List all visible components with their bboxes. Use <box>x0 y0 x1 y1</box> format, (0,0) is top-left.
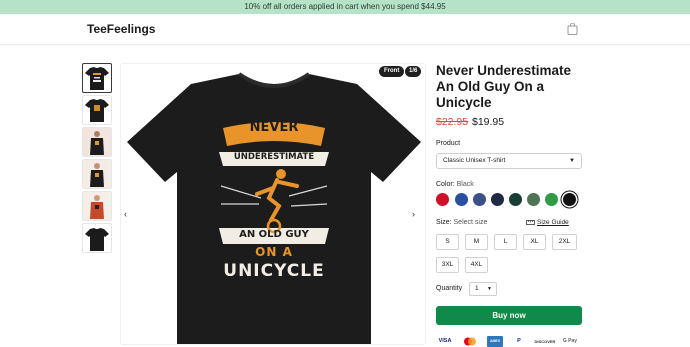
size-option-s[interactable]: S <box>436 234 459 250</box>
color-selected-value: Black <box>456 181 474 188</box>
thumbnail-2[interactable] <box>82 95 112 125</box>
product-type-value: Classic Unisex T-shirt <box>443 157 506 164</box>
color-label: Color: Black <box>436 181 474 188</box>
product-title: Never Underestimate An Old Guy On a Unic… <box>436 63 572 110</box>
shirt-print-line5: UNICYCLE <box>223 261 325 281</box>
quantity-select[interactable]: 1 ▼ <box>469 282 497 296</box>
thumbnail-5[interactable] <box>82 191 112 221</box>
color-swatch-forest[interactable] <box>509 193 522 206</box>
shopping-bag-icon[interactable] <box>567 23 578 35</box>
caret-down-icon: ▼ <box>569 158 575 164</box>
quantity-label: Quantity <box>436 285 463 292</box>
image-counter-badge: 1/6 <box>405 66 422 77</box>
size-option-2xl[interactable]: 2XL <box>552 234 577 250</box>
color-swatch-black[interactable] <box>563 193 576 206</box>
tshirt-thumbnail-icon <box>85 99 109 122</box>
size-selected-value: Select size <box>453 219 488 226</box>
shirt-print-line1: NEVER <box>249 120 299 135</box>
sale-price: $19.95 <box>472 116 505 128</box>
shirt-print-line2: UNDERESTIMATE <box>233 152 315 162</box>
color-swatch-red[interactable] <box>436 193 449 206</box>
color-swatch-indigo[interactable] <box>473 193 486 206</box>
thumbnail-4[interactable] <box>82 159 112 189</box>
ruler-icon <box>526 220 535 225</box>
thumbnail-3[interactable] <box>82 127 112 157</box>
size-option-4xl[interactable]: 4XL <box>465 257 488 273</box>
tshirt-image <box>127 72 421 344</box>
original-price: $22.95 <box>436 116 469 128</box>
size-label: Size: Select size <box>436 219 487 226</box>
paypal-icon: P <box>517 338 521 344</box>
chevron-right-icon[interactable]: › <box>412 209 415 219</box>
brand-logo[interactable]: TeeFeelings <box>87 22 155 36</box>
thumbnail-1[interactable] <box>82 63 112 93</box>
buy-now-button[interactable]: Buy now <box>436 306 582 325</box>
color-label-text: Color: <box>436 181 455 188</box>
quantity-value: 1 <box>475 285 479 292</box>
tshirt-thumbnail-icon <box>85 67 109 90</box>
size-guide-link[interactable]: Size Guide <box>537 219 569 226</box>
thumbnail-6[interactable] <box>82 223 112 253</box>
color-swatch-navy[interactable] <box>491 193 504 206</box>
product-type-select[interactable]: Classic Unisex T-shirt ▼ <box>436 153 582 169</box>
site-header: TeeFeelings <box>0 14 690 45</box>
promo-banner: 10% off all orders applied in cart when … <box>0 0 690 14</box>
shirt-print-line4: ON A <box>255 245 293 259</box>
color-swatch-royal[interactable] <box>455 193 468 206</box>
discover-icon: DISCOVER <box>534 339 556 344</box>
amex-icon: AMEX <box>487 336 503 347</box>
size-option-m[interactable]: M <box>465 234 488 250</box>
model-thumbnail-icon <box>83 160 111 188</box>
shirt-print-line3: AN OLD GUY <box>239 229 309 240</box>
color-swatch-kelly[interactable] <box>545 193 558 206</box>
product-image[interactable]: NEVER UNDERESTIMATE AN OLD GUY ON A UNIC… <box>120 63 426 345</box>
caret-down-icon: ▼ <box>487 286 492 292</box>
view-badge: Front <box>379 66 405 77</box>
size-option-xl[interactable]: XL <box>523 234 546 250</box>
size-label-text: Size: <box>436 219 452 226</box>
promo-text: 10% off all orders applied in cart when … <box>244 2 446 11</box>
color-swatch-military[interactable] <box>527 193 540 206</box>
visa-icon: VISA <box>438 338 452 344</box>
chevron-left-icon[interactable]: ‹ <box>124 209 127 219</box>
size-option-3xl[interactable]: 3XL <box>436 257 459 273</box>
model-thumbnail-icon <box>83 128 111 156</box>
model-thumbnail-icon <box>83 192 111 220</box>
product-label: Product <box>436 140 461 147</box>
size-option-l[interactable]: L <box>494 234 517 250</box>
mastercard-icon <box>464 337 476 346</box>
tshirt-thumbnail-icon <box>85 228 109 251</box>
google-pay-icon: G Pay <box>562 338 578 344</box>
